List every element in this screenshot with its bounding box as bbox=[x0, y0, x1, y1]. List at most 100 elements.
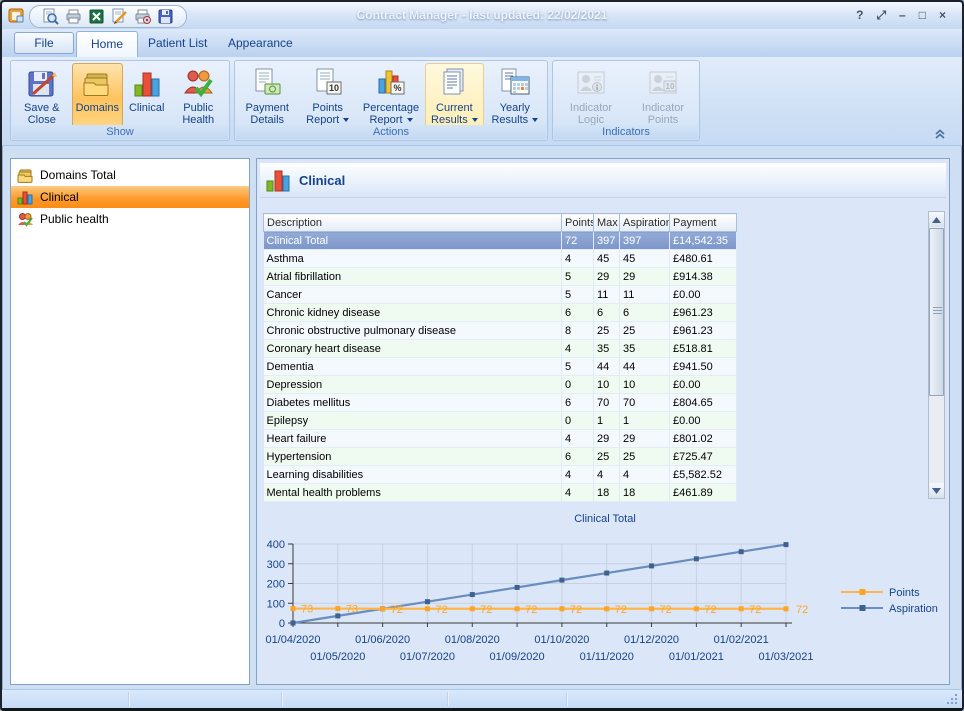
table-row[interactable]: Depression01010£0.00 bbox=[264, 376, 737, 394]
cell-description: Epilepsy bbox=[264, 412, 562, 430]
tab-file[interactable]: File bbox=[14, 32, 74, 54]
public-health-button[interactable]: Public Health bbox=[170, 63, 226, 128]
fullscreen-button[interactable]: ⤢ bbox=[876, 7, 886, 24]
cell-description: Depression bbox=[264, 376, 562, 394]
sidebar-item-public-health[interactable]: Public health bbox=[11, 208, 249, 230]
sidebar-item-domains-total[interactable]: Domains Total bbox=[11, 164, 249, 186]
table-row[interactable]: Hypertension62525£725.47 bbox=[264, 448, 737, 466]
current-results-button[interactable]: Current Results bbox=[425, 63, 483, 128]
column-header-aspiration[interactable]: Aspiration bbox=[620, 214, 670, 232]
svg-text:10: 10 bbox=[329, 83, 339, 93]
cell-max: 35 bbox=[594, 340, 620, 358]
x-tick-label: 01/05/2020 bbox=[310, 651, 365, 663]
minimize-button[interactable]: – bbox=[899, 7, 906, 24]
table-row[interactable]: Learning disabilities444£5,582.52 bbox=[264, 466, 737, 484]
ribbon: Save & Close Domains Clinical Public Hea… bbox=[2, 57, 962, 146]
table-vertical-scrollbar[interactable] bbox=[928, 211, 945, 499]
legend-marker bbox=[860, 589, 866, 595]
point-value-label: 73 bbox=[301, 604, 313, 616]
table-row[interactable]: Epilepsy011£0.00 bbox=[264, 412, 737, 430]
table-row[interactable]: Heart failure42929£801.02 bbox=[264, 430, 737, 448]
legend-label: Aspiration bbox=[889, 603, 938, 615]
tab-patient-list[interactable]: Patient List bbox=[134, 31, 221, 56]
table-row[interactable]: Dementia54444£941.50 bbox=[264, 358, 737, 376]
points-marker bbox=[604, 606, 609, 611]
column-header-max[interactable]: Max bbox=[594, 214, 620, 232]
cell-description: Cancer bbox=[264, 286, 562, 304]
dropdown-arrow-icon bbox=[407, 118, 413, 122]
point-value-label: 72 bbox=[525, 604, 537, 616]
cell-payment: £0.00 bbox=[670, 412, 737, 430]
column-header-points[interactable]: Points bbox=[562, 214, 594, 232]
table-row[interactable]: Diabetes mellitus67070£804.65 bbox=[264, 394, 737, 412]
cell-aspiration: 29 bbox=[620, 268, 670, 286]
cell-max: 1 bbox=[594, 412, 620, 430]
tab-appearance[interactable]: Appearance bbox=[214, 31, 307, 56]
maximize-button[interactable]: □ bbox=[919, 7, 926, 24]
y-tick-label: 400 bbox=[267, 539, 285, 551]
aspiration-marker bbox=[649, 563, 654, 568]
table-row[interactable]: Atrial fibrillation52929£914.38 bbox=[264, 268, 737, 286]
ribbon-group-indicators: Indicator Logic 10 Indicator Points Indi… bbox=[552, 60, 700, 141]
cell-payment: £480.61 bbox=[670, 250, 737, 268]
cell-payment: £941.50 bbox=[670, 358, 737, 376]
cell-payment: £14,542.35 bbox=[670, 232, 737, 250]
cell-aspiration: 4 bbox=[620, 466, 670, 484]
cell-aspiration: 18 bbox=[620, 484, 670, 502]
table-row[interactable]: Chronic obstructive pulmonary disease825… bbox=[264, 322, 737, 340]
x-tick-label: 01/11/2020 bbox=[580, 651, 634, 663]
cell-max: 45 bbox=[594, 250, 620, 268]
table-row[interactable]: Mental health problems41818£461.89 bbox=[264, 484, 737, 502]
payment-details-button[interactable]: Payment Details bbox=[238, 63, 296, 128]
sidebar-item-clinical[interactable]: Clinical bbox=[11, 186, 249, 208]
clinical-button[interactable]: Clinical bbox=[125, 63, 168, 128]
point-value-label: 73 bbox=[346, 604, 358, 616]
tab-home[interactable]: Home bbox=[76, 31, 138, 57]
points-marker bbox=[470, 606, 475, 611]
cell-payment: £914.38 bbox=[670, 268, 737, 286]
help-button[interactable]: ? bbox=[856, 7, 863, 24]
x-tick-label: 01/01/2021 bbox=[669, 651, 724, 663]
close-button[interactable]: × bbox=[939, 7, 946, 24]
cell-points: 72 bbox=[562, 232, 594, 250]
table-row[interactable]: Coronary heart disease43535£518.81 bbox=[264, 340, 737, 358]
yearly-results-button[interactable]: Yearly Results bbox=[486, 63, 544, 128]
ribbon-collapse-chevron-icon[interactable] bbox=[934, 128, 946, 139]
x-tick-label: 01/06/2020 bbox=[355, 634, 410, 646]
point-value-label: 72 bbox=[615, 604, 627, 616]
x-tick-label: 01/08/2020 bbox=[445, 634, 500, 646]
cell-aspiration: 29 bbox=[620, 430, 670, 448]
scroll-up-button[interactable] bbox=[929, 212, 944, 227]
resize-grip[interactable] bbox=[947, 694, 958, 705]
points-marker bbox=[380, 606, 385, 611]
points-report-button[interactable]: 10 Points Report bbox=[298, 63, 356, 128]
points-report-icon: 10 bbox=[312, 67, 344, 99]
column-header-payment[interactable]: Payment bbox=[670, 214, 737, 232]
clinical-chart-icon bbox=[131, 67, 163, 99]
cell-points: 0 bbox=[562, 376, 594, 394]
ribbon-tab-row: File Home Patient List Appearance bbox=[2, 29, 962, 58]
cell-max: 25 bbox=[594, 322, 620, 340]
scrollbar-thumb[interactable] bbox=[929, 228, 944, 396]
indicator-logic-icon bbox=[575, 67, 607, 99]
cell-points: 5 bbox=[562, 268, 594, 286]
column-header-description[interactable]: Description bbox=[264, 214, 562, 232]
cell-points: 4 bbox=[562, 430, 594, 448]
table-row[interactable]: Cancer51111£0.00 bbox=[264, 286, 737, 304]
domains-button[interactable]: Domains bbox=[72, 63, 123, 128]
x-tick-label: 01/10/2020 bbox=[534, 634, 589, 646]
current-results-icon bbox=[438, 67, 470, 99]
table-row[interactable]: Asthma44545£480.61 bbox=[264, 250, 737, 268]
point-value-label: 72 bbox=[704, 604, 716, 616]
scroll-down-button[interactable] bbox=[929, 483, 944, 498]
points-marker bbox=[649, 606, 654, 611]
window-controls: ? ⤢ – □ × bbox=[856, 7, 946, 24]
table-row[interactable]: Clinical Total72397397£14,542.35 bbox=[264, 232, 737, 250]
percentage-report-button[interactable]: % Percentage Report bbox=[359, 63, 423, 128]
clinical-results-panel: Clinical DescriptionPointsMaxAspirationP… bbox=[256, 158, 950, 685]
cell-payment: £804.65 bbox=[670, 394, 737, 412]
save-and-close-button[interactable]: Save & Close bbox=[14, 63, 70, 128]
cell-description: Atrial fibrillation bbox=[264, 268, 562, 286]
table-row[interactable]: Chronic kidney disease666£961.23 bbox=[264, 304, 737, 322]
point-value-label: 72 bbox=[570, 604, 582, 616]
